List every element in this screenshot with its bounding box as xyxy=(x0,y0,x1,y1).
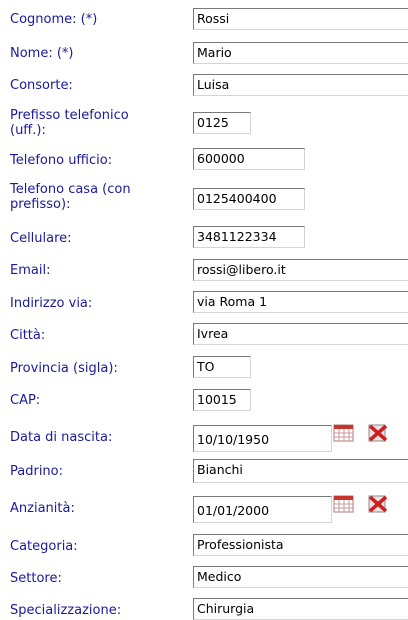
data-nascita-input[interactable]: 10/10/1950 xyxy=(193,425,332,452)
anzianita-input[interactable]: 01/01/2000 xyxy=(193,496,332,523)
label-indirizzo: Indirizzo via: xyxy=(10,296,93,311)
specializzazione-input[interactable]: Chirurgia xyxy=(193,598,408,620)
label-categoria: Categoria: xyxy=(10,539,78,554)
indirizzo-input[interactable]: via Roma 1 xyxy=(193,291,408,313)
label-anzianita: Anzianità: xyxy=(10,501,75,516)
email-input[interactable]: rossi@libero.it xyxy=(193,259,408,281)
prefisso-input[interactable]: 0125 xyxy=(193,112,251,134)
label-prefisso: Prefisso telefonico (uff.): xyxy=(10,108,129,138)
label-cognome: Cognome: (*) xyxy=(10,12,98,27)
label-data-nascita: Data di nascita: xyxy=(10,430,113,445)
label-padrino: Padrino: xyxy=(10,464,64,479)
provincia-input[interactable]: TO xyxy=(193,356,251,378)
cellulare-input[interactable]: 3481122334 xyxy=(193,226,305,248)
label-email: Email: xyxy=(10,263,51,278)
label-consorte: Consorte: xyxy=(10,78,73,93)
label-cap: CAP: xyxy=(10,393,41,408)
telefono-ufficio-input[interactable]: 600000 xyxy=(193,148,305,170)
citta-input[interactable]: Ivrea xyxy=(193,323,408,345)
settore-input[interactable]: Medico xyxy=(193,566,408,588)
clear-date-icon[interactable] xyxy=(367,423,389,443)
categoria-input[interactable]: Professionista xyxy=(193,534,408,556)
label-telefono-casa: Telefono casa (con prefisso): xyxy=(10,182,131,212)
cap-input[interactable]: 10015 xyxy=(193,389,251,411)
nome-input[interactable]: Mario xyxy=(193,42,408,64)
label-telefono-ufficio: Telefono ufficio: xyxy=(10,153,113,168)
label-provincia: Provincia (sigla): xyxy=(10,361,118,376)
calendar-icon[interactable] xyxy=(333,494,355,514)
consorte-input[interactable]: Luisa xyxy=(193,74,408,96)
label-cellulare: Cellulare: xyxy=(10,231,72,246)
label-nome: Nome: (*) xyxy=(10,46,74,61)
personal-data-form: Cognome: (*) Rossi Nome: (*) Mario Conso… xyxy=(0,0,408,620)
clear-date-icon[interactable] xyxy=(367,494,389,514)
calendar-icon[interactable] xyxy=(333,423,355,443)
telefono-casa-input[interactable]: 0125400400 xyxy=(193,188,305,210)
cognome-input[interactable]: Rossi xyxy=(193,8,408,30)
label-settore: Settore: xyxy=(10,571,62,586)
label-specializzazione: Specializzazione: xyxy=(10,603,122,618)
label-citta: Città: xyxy=(10,328,46,343)
padrino-input[interactable]: Bianchi xyxy=(193,459,408,483)
